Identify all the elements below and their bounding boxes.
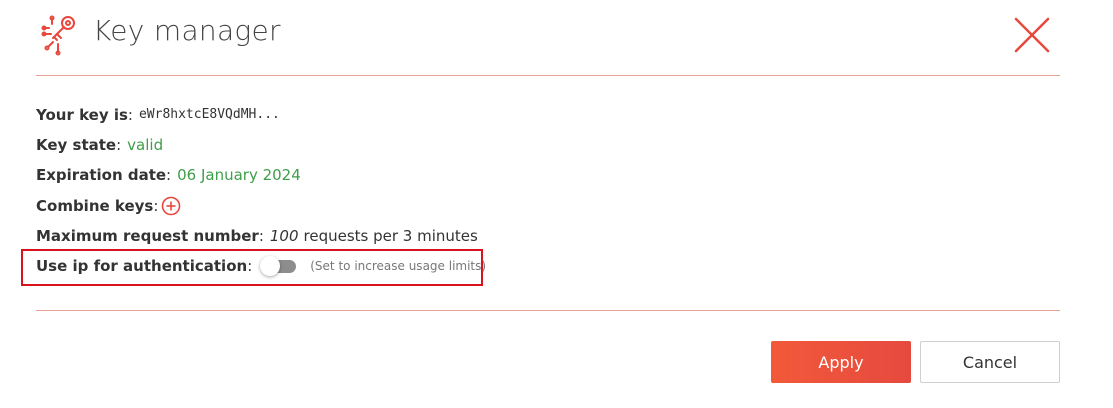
apply-button[interactable]: Apply: [771, 341, 911, 383]
expiration-value: 06 January 2024: [177, 166, 301, 184]
use-ip-separator: :: [247, 257, 253, 275]
key-row: Your key is: eWr8hxtcE8VQdMH...: [36, 105, 280, 125]
use-ip-row: Use ip for authentication: (Set to incre…: [36, 256, 486, 276]
key-state-label: Key state: [36, 136, 117, 154]
key-label-separator: :: [127, 106, 133, 124]
expiration-label: Expiration date: [36, 166, 167, 184]
max-requests-label: Maximum request number: [36, 227, 259, 245]
plus-circle-icon[interactable]: [161, 196, 181, 216]
combine-keys-separator: :: [153, 197, 159, 215]
use-ip-toggle[interactable]: [260, 256, 297, 276]
max-requests-suffix: requests per 3 minutes: [303, 227, 478, 245]
page-title: Key manager: [93, 14, 281, 47]
combine-keys-label: Combine keys: [36, 197, 154, 215]
toggle-knob: [260, 256, 281, 276]
combine-keys-row: Combine keys:: [36, 196, 181, 216]
expiration-separator: :: [166, 166, 172, 184]
header-divider: [36, 75, 1060, 76]
key-state-row: Key state: valid: [36, 135, 163, 155]
footer-divider: [36, 310, 1060, 311]
key-state-value: valid: [127, 136, 164, 154]
use-ip-hint: (Set to increase usage limits): [310, 259, 487, 273]
close-icon[interactable]: [1013, 16, 1051, 54]
key-label: Your key is: [36, 106, 128, 124]
max-requests-count: 100: [269, 227, 299, 245]
expiration-row: Expiration date: 06 January 2024: [36, 165, 301, 185]
max-requests-row: Maximum request number: 100 requests per…: [36, 226, 478, 246]
key-value: eWr8hxtcE8VQdMH...: [138, 107, 280, 122]
use-ip-label: Use ip for authentication: [36, 257, 248, 275]
max-requests-separator: :: [258, 227, 264, 245]
cancel-button[interactable]: Cancel: [920, 341, 1060, 383]
key-state-separator: :: [116, 136, 122, 154]
circuit-key-icon: [41, 15, 75, 56]
